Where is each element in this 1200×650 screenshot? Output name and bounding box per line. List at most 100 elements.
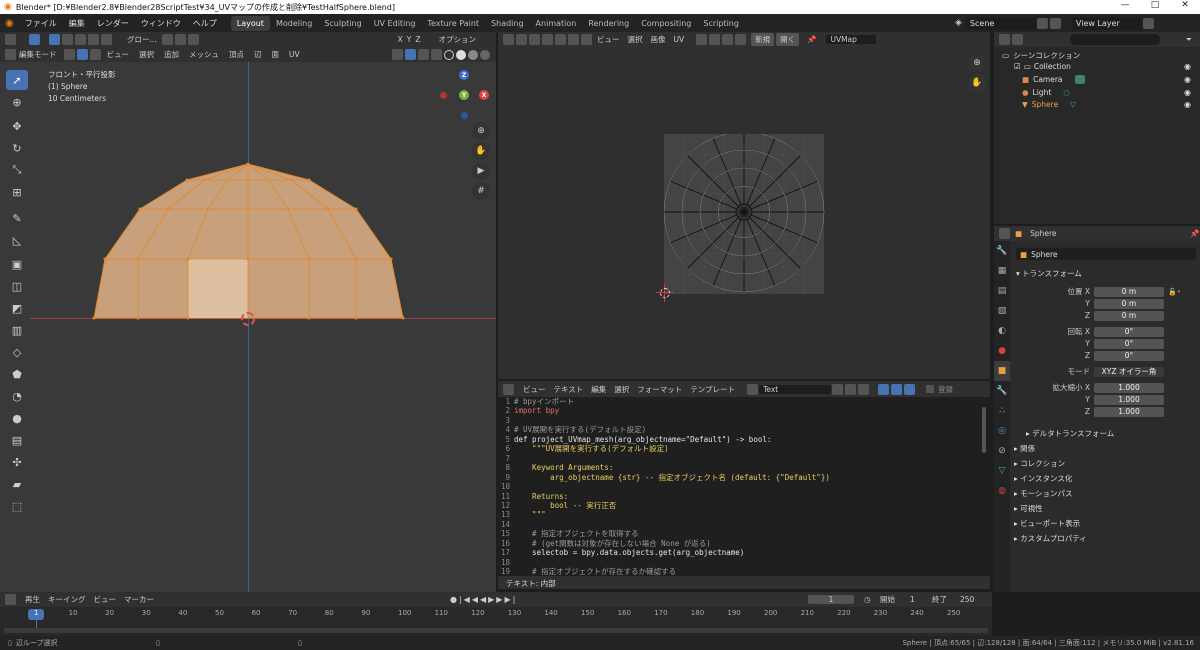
proportional-edit-icon[interactable] xyxy=(187,34,199,45)
text-menu-text[interactable]: テキスト xyxy=(550,384,588,395)
workspace-tab-uv-editing[interactable]: UV Editing xyxy=(368,16,422,31)
code-line[interactable]: 5 def project_UVmap_mesh(arg_objectname="… xyxy=(500,435,980,444)
pan-hand-icon[interactable]: ✋ xyxy=(472,142,490,160)
mirror-z-toggle[interactable]: Z xyxy=(413,35,422,44)
timeline-menu-keying[interactable]: キーイング xyxy=(44,594,90,605)
annotate-tool-icon[interactable]: ✎ xyxy=(6,208,28,228)
menu-render[interactable]: レンダー xyxy=(91,18,135,29)
viewport-menu-face[interactable]: 面 xyxy=(267,49,285,60)
world-tab-icon[interactable]: ● xyxy=(994,341,1010,361)
light-visibility-eye-icon[interactable]: ◉ xyxy=(1184,88,1191,97)
poly-build-tool-icon[interactable]: ⬟ xyxy=(6,364,28,384)
selection-mode-invert-icon[interactable] xyxy=(88,34,99,45)
outliner-item-light[interactable]: ● Light ○ xyxy=(1022,88,1070,97)
register-checkbox[interactable] xyxy=(926,385,935,393)
workspace-tab-rendering[interactable]: Rendering xyxy=(582,16,635,31)
uv-2d-cursor-icon[interactable] xyxy=(656,284,674,302)
modifier-tab-icon[interactable]: 🔧 xyxy=(994,381,1010,401)
rotation-z-field[interactable]: 0° xyxy=(1094,350,1164,361)
workspace-tab-modeling[interactable]: Modeling xyxy=(270,16,318,31)
measure-tool-icon[interactable]: ◺ xyxy=(6,230,28,250)
text-file-name[interactable]: Text xyxy=(759,384,832,394)
code-line[interactable]: 18 xyxy=(500,558,980,567)
workspace-tab-scripting[interactable]: Scripting xyxy=(697,16,745,31)
shear-tool-icon[interactable]: ▰ xyxy=(6,474,28,494)
uv-edge-select-icon[interactable] xyxy=(542,34,553,45)
uv-snap-icon[interactable] xyxy=(709,34,721,45)
vertex-select-icon[interactable] xyxy=(63,49,75,60)
zoom-icon[interactable]: ⊕ xyxy=(472,122,490,140)
code-line[interactable]: 6 """UV展開を実行する(デフォルト設定) xyxy=(500,444,980,453)
visibility-panel[interactable]: ▸ 可視性 xyxy=(1014,503,1043,514)
uv-menu-view[interactable]: ビュー xyxy=(593,34,624,45)
uv-menu-uv[interactable]: UV xyxy=(670,35,689,44)
mirror-y-toggle[interactable]: Y xyxy=(405,35,414,44)
viewport-menu-add[interactable]: 追加 xyxy=(159,49,184,60)
viewport-menu-edge[interactable]: 辺 xyxy=(249,49,267,60)
collection-visibility-eye-icon[interactable]: ◉ xyxy=(1184,62,1191,71)
options-dropdown[interactable]: オプション xyxy=(435,34,481,45)
rotation-mode-dropdown[interactable]: XYZ オイラー角 xyxy=(1094,366,1164,377)
transform-panel-header[interactable]: ▾ トランスフォーム xyxy=(1016,268,1082,279)
snap-icon[interactable] xyxy=(174,34,186,45)
outliner-display-mode-icon[interactable] xyxy=(1012,34,1023,45)
knife-tool-icon[interactable]: ◇ xyxy=(6,342,28,362)
lock-icon[interactable]: 🔓• xyxy=(1168,286,1190,298)
text-open-icon[interactable] xyxy=(845,383,857,395)
workspace-tab-layout[interactable]: Layout xyxy=(230,15,270,31)
cursor-tool-icon[interactable]: ⊕ xyxy=(6,92,28,112)
uv-pan-hand-icon[interactable]: ✋ xyxy=(968,74,986,92)
viewport-menu-view[interactable]: ビュー xyxy=(102,49,135,60)
code-line[interactable]: 10 xyxy=(500,482,980,491)
instancing-panel[interactable]: ▸ インスタンス化 xyxy=(1014,473,1072,484)
rip-tool-icon[interactable]: ⬚ xyxy=(6,496,28,516)
code-line[interactable]: 12 bool -- 実行正否 xyxy=(500,501,980,510)
edge-select-icon[interactable] xyxy=(76,49,88,60)
code-line[interactable]: 9 arg_objectname {str} -- 指定オブジェクト名 (def… xyxy=(500,473,980,482)
blender-menu-icon[interactable]: ◉ xyxy=(0,18,19,29)
uv-new-image-button[interactable]: 新規 xyxy=(751,33,775,46)
code-line[interactable]: 19 # 指定オブジェクトが存在するか確認する xyxy=(500,567,980,575)
delta-transform-panel[interactable]: ▸ デルタトランスフォーム xyxy=(1026,428,1114,439)
uv-open-image-button[interactable]: 開く xyxy=(776,33,800,46)
inset-tool-icon[interactable]: ◫ xyxy=(6,276,28,296)
viewport-display-panel[interactable]: ▸ ビューポート表示 xyxy=(1014,518,1080,529)
menu-file[interactable]: ファイル xyxy=(19,18,63,29)
menu-window[interactable]: ウィンドウ xyxy=(135,18,187,29)
location-x-field[interactable]: 0 m xyxy=(1094,286,1164,297)
material-tab-icon[interactable]: ◍ xyxy=(994,481,1010,501)
scale-z-field[interactable]: 1.000 xyxy=(1094,406,1164,417)
tool-tab-icon[interactable]: 🔧 xyxy=(994,241,1010,261)
scale-y-field[interactable]: 1.000 xyxy=(1094,394,1164,405)
scale-x-field[interactable]: 1.000 xyxy=(1094,382,1164,393)
collection-checkbox-icon[interactable]: ☑ xyxy=(1014,62,1024,71)
line-numbers-icon[interactable] xyxy=(878,383,890,395)
properties-type-icon[interactable] xyxy=(999,228,1010,239)
xray-icon[interactable] xyxy=(431,49,442,60)
spin-tool-icon[interactable]: ◔ xyxy=(6,386,28,406)
filter-icon[interactable]: ⏷ xyxy=(1182,35,1196,45)
timeline-menu-marker[interactable]: マーカー xyxy=(120,594,158,605)
collections-panel[interactable]: ▸ コレクション xyxy=(1014,458,1065,469)
outliner-item-sphere[interactable]: ▼ Sphere ▽ xyxy=(1022,100,1076,109)
maximize-button[interactable]: □ xyxy=(1140,0,1170,10)
uv-proportional-icon[interactable] xyxy=(722,34,734,45)
gizmo-neg-z-icon[interactable] xyxy=(461,112,468,119)
shading-wireframe-icon[interactable] xyxy=(444,49,454,60)
editor-type-icon[interactable] xyxy=(5,34,16,45)
gizmo-z-axis-icon[interactable]: Z xyxy=(459,70,469,80)
uv-editor[interactable]: ビュー 選択 画像 UV 新規 開く 📌 UVMap ⊕ ✋ xyxy=(498,32,990,379)
rotation-y-field[interactable]: 0° xyxy=(1094,338,1164,349)
close-window-button[interactable]: ✕ xyxy=(1170,0,1200,10)
text-editor-type-icon[interactable] xyxy=(503,383,514,395)
timeline-menu-playback[interactable]: 再生 xyxy=(17,594,44,605)
bevel-tool-icon[interactable]: ◩ xyxy=(6,298,28,318)
text-close-icon[interactable] xyxy=(858,383,870,395)
viewport-menu-vertex[interactable]: 頂点 xyxy=(224,49,249,60)
uv-pivot-icon[interactable] xyxy=(696,34,708,45)
uv-island-select-icon[interactable] xyxy=(568,34,579,45)
outliner-collection[interactable]: ☑ ▭ Collection xyxy=(1014,62,1071,71)
code-line[interactable]: 2 import bpy xyxy=(500,406,980,415)
constraints-tab-icon[interactable]: ⊘ xyxy=(994,441,1010,461)
pin-icon[interactable]: 📌 xyxy=(803,35,820,44)
